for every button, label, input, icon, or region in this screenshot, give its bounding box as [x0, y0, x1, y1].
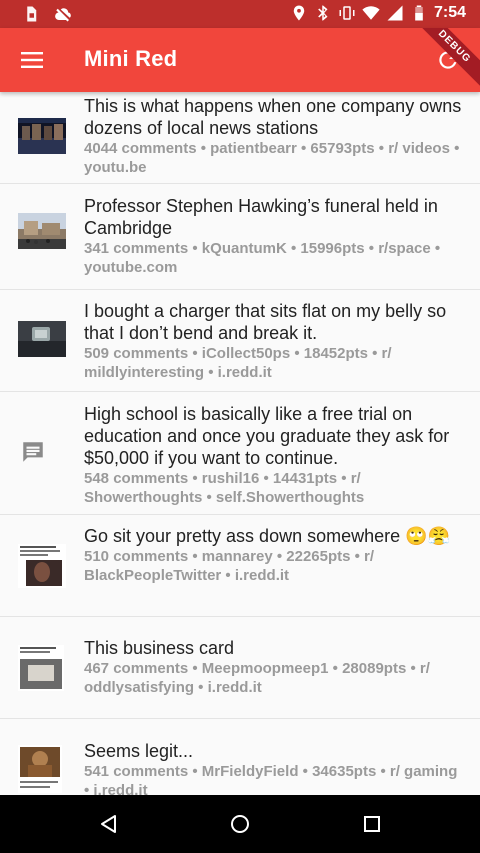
menu-button[interactable] — [16, 44, 48, 76]
post-item[interactable]: This is what happens when one company ow… — [0, 92, 480, 184]
post-item[interactable]: Seems legit... 541 comments • MrFieldyFi… — [0, 719, 480, 795]
app-title: Mini Red — [84, 46, 178, 71]
hamburger-icon — [21, 52, 43, 68]
location-icon — [290, 4, 308, 22]
post-meta: 341 comments • kQuantumK • 15996pts • r/… — [84, 240, 441, 276]
post-item[interactable]: Professor Stephen Hawking’s funeral held… — [0, 184, 480, 290]
post-title: Seems legit... — [84, 741, 194, 761]
post-item[interactable]: High school is basically like a free tri… — [0, 392, 480, 515]
system-nav-bar — [0, 795, 480, 853]
post-title: High school is basically like a free tri… — [84, 404, 450, 468]
tweet-thumbnail[interactable] — [18, 544, 66, 588]
charger-thumbnail[interactable] — [18, 321, 66, 357]
post-title: Go sit your pretty ass down somewhere 🙄😤 — [84, 526, 450, 546]
status-bar: 7:54 — [0, 0, 480, 28]
cloud-off-icon — [54, 5, 72, 23]
post-title: This business card — [84, 638, 235, 658]
vibrate-icon — [338, 4, 356, 22]
back-button[interactable] — [95, 811, 121, 837]
recents-button[interactable] — [359, 811, 385, 837]
clock-time: 7:54 — [433, 4, 466, 21]
bluetooth-icon — [314, 4, 332, 22]
comment-icon — [20, 439, 46, 465]
sim-icon — [22, 5, 40, 23]
post-title: This is what happens when one company ow… — [84, 96, 462, 138]
news-thumbnail[interactable] — [18, 118, 66, 154]
recents-icon — [364, 816, 380, 832]
post-meta: 548 comments • rushil16 • 14431pts • r/ … — [84, 470, 365, 506]
post-item[interactable]: I bought a charger that sits flat on my … — [0, 290, 480, 392]
post-list[interactable]: This is what happens when one company ow… — [0, 92, 480, 795]
post-meta: 510 comments • mannarey • 22265pts • r/ … — [84, 548, 375, 584]
game-thumbnail[interactable] — [18, 745, 62, 793]
post-title: I bought a charger that sits flat on my … — [84, 301, 447, 343]
back-icon — [101, 815, 116, 833]
home-icon — [231, 815, 249, 833]
cambridge-thumbnail[interactable] — [18, 213, 66, 249]
app-bar: Mini Red DEBUG — [0, 28, 480, 92]
post-meta: 4044 comments • patientbearr • 65793pts … — [84, 140, 460, 176]
card-thumbnail[interactable] — [18, 645, 64, 691]
post-title: Professor Stephen Hawking’s funeral held… — [84, 196, 438, 238]
post-item[interactable]: Go sit your pretty ass down somewhere 🙄😤… — [0, 515, 480, 617]
post-item[interactable]: This business card 467 comments • Meepmo… — [0, 617, 480, 719]
post-meta: 509 comments • iCollect50ps • 18452pts •… — [84, 345, 392, 381]
post-meta: 467 comments • Meepmoopmeep1 • 28089pts … — [84, 660, 430, 696]
wifi-icon — [362, 4, 380, 22]
signal-icon — [386, 4, 404, 22]
battery-icon — [410, 4, 428, 22]
home-button[interactable] — [227, 811, 253, 837]
post-meta: 541 comments • MrFieldyField • 34635pts … — [84, 763, 458, 795]
